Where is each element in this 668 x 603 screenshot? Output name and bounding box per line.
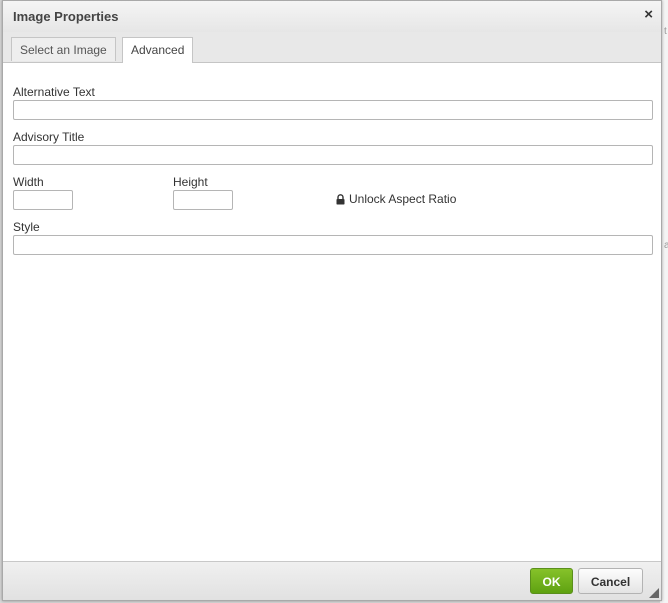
dialog-titlebar[interactable]: Image Properties × — [3, 1, 661, 33]
tab-select-an-image[interactable]: Select an Image — [11, 37, 116, 61]
advisory-title-label: Advisory Title — [13, 130, 85, 144]
unlock-aspect-ratio-link[interactable]: Unlock Aspect Ratio — [336, 192, 456, 206]
dialog-title: Image Properties — [13, 9, 119, 24]
image-properties-dialog: Image Properties × Select an Image Advan… — [2, 0, 662, 601]
close-icon[interactable]: × — [644, 7, 653, 23]
advanced-form: Alternative Text Advisory Title Width He… — [3, 63, 661, 562]
lock-icon — [336, 193, 345, 204]
height-input[interactable] — [173, 190, 233, 210]
cancel-button[interactable]: Cancel — [578, 568, 643, 594]
alt-text-input[interactable] — [13, 100, 653, 120]
resize-handle-icon[interactable] — [649, 588, 659, 598]
advisory-title-input[interactable] — [13, 145, 653, 165]
ok-button[interactable]: OK — [530, 568, 573, 594]
alt-text-label: Alternative Text — [13, 85, 95, 99]
height-label: Height — [173, 175, 208, 189]
tab-bar: Select an Image Advanced — [3, 32, 661, 63]
dialog-footer: OK Cancel — [3, 561, 661, 600]
style-label: Style — [13, 220, 40, 234]
unlock-aspect-ratio-label: Unlock Aspect Ratio — [349, 192, 457, 206]
width-input[interactable] — [13, 190, 73, 210]
background-glyph: a — [664, 240, 668, 251]
style-input[interactable] — [13, 235, 653, 255]
width-label: Width — [13, 175, 44, 189]
background-glyph: t — [664, 26, 667, 37]
tab-advanced[interactable]: Advanced — [122, 37, 194, 63]
